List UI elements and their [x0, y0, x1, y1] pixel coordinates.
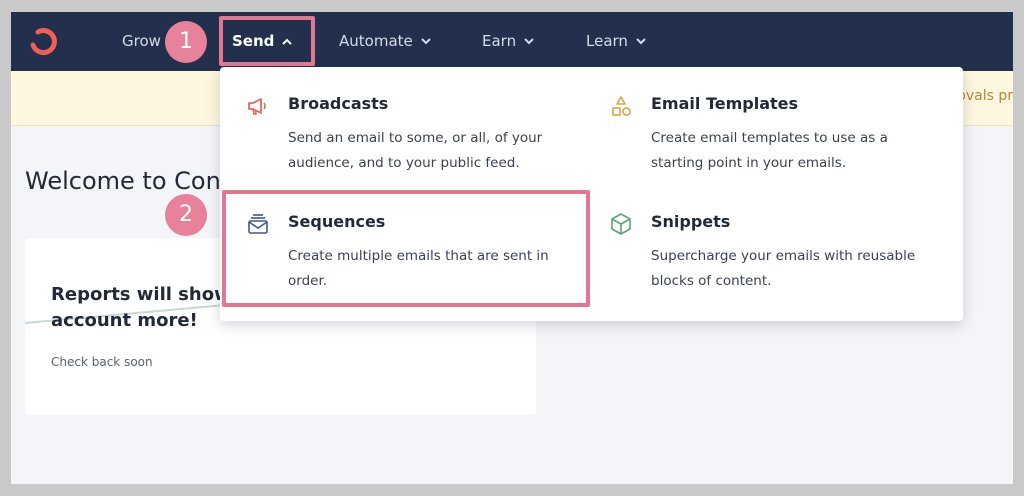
shapes-icon — [612, 96, 631, 116]
reports-card-subtitle: Check back soon — [51, 355, 153, 369]
nav-item-automate[interactable]: Automate — [339, 12, 431, 71]
cube-icon — [611, 213, 631, 235]
chevron-down-icon — [421, 38, 431, 45]
highlight-send — [219, 16, 315, 66]
app-frame: Grow Send Automate Earn Learn ovals pr W… — [11, 12, 1013, 484]
nav-item-earn[interactable]: Earn — [482, 12, 534, 71]
highlight-sequences — [222, 190, 590, 307]
megaphone-icon — [248, 98, 266, 115]
chevron-down-icon — [524, 38, 534, 45]
top-nav: Grow Send Automate Earn Learn — [11, 12, 1013, 71]
step-badge-2: 2 — [165, 194, 207, 236]
step-badge-1: 1 — [165, 21, 207, 63]
nav-item-learn[interactable]: Learn — [586, 12, 646, 71]
logo-icon[interactable] — [27, 25, 59, 57]
chevron-down-icon — [636, 38, 646, 45]
nav-item-grow[interactable]: Grow — [122, 12, 161, 71]
banner-text: ovals pr — [957, 88, 1013, 104]
page-title: Welcome to Con — [25, 167, 221, 195]
